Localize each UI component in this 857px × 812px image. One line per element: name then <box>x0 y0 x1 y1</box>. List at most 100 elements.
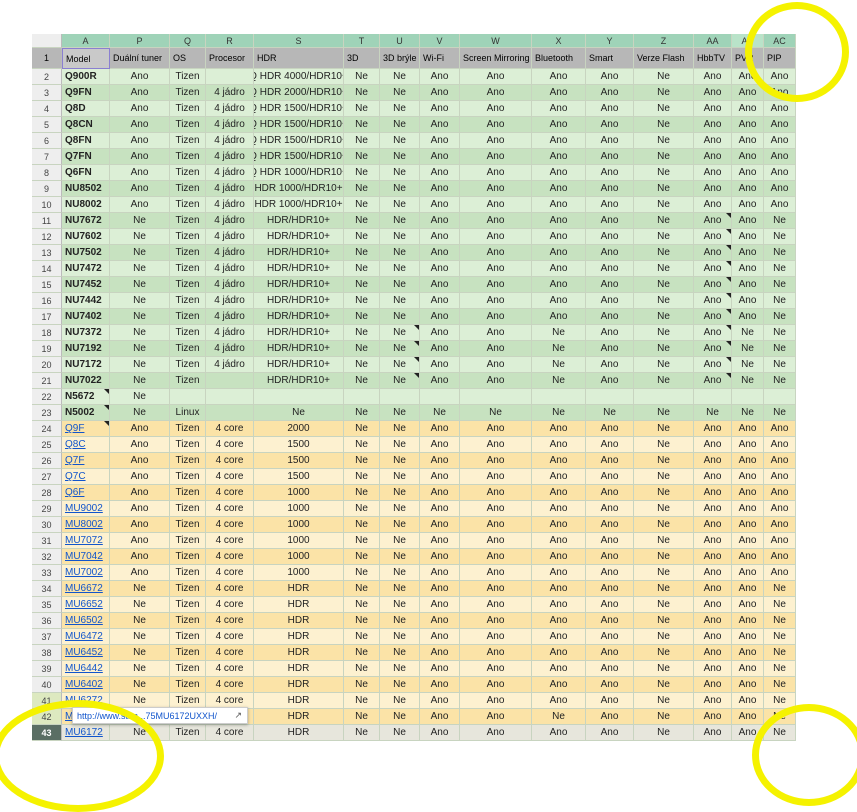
cell[interactable]: Tizen <box>170 373 206 389</box>
row-number[interactable]: 9 <box>32 181 62 197</box>
cell[interactable]: Tizen <box>170 533 206 549</box>
cell[interactable]: 4 core <box>206 421 254 437</box>
column-header[interactable]: X <box>532 34 586 48</box>
cell[interactable]: Ano <box>694 517 732 533</box>
cell[interactable]: Tizen <box>170 197 206 213</box>
model-cell[interactable]: MU6452 <box>62 645 110 661</box>
cell[interactable]: Ano <box>532 277 586 293</box>
cell[interactable]: Ano <box>764 453 796 469</box>
cell[interactable]: Ne <box>344 533 380 549</box>
cell[interactable]: Ne <box>110 677 170 693</box>
cell[interactable]: Ano <box>460 469 532 485</box>
header-cell[interactable]: Wi-Fi <box>420 48 460 69</box>
cell[interactable]: 4 core <box>206 469 254 485</box>
cell[interactable]: Ne <box>344 517 380 533</box>
cell[interactable]: Ano <box>764 85 796 101</box>
cell[interactable]: Ne <box>110 661 170 677</box>
model-cell[interactable]: Q7FN <box>62 149 110 165</box>
cell[interactable]: Ano <box>732 181 764 197</box>
cell[interactable]: Ano <box>420 149 460 165</box>
cell[interactable]: Ne <box>532 341 586 357</box>
cell[interactable]: Ano <box>110 149 170 165</box>
cell[interactable]: 1000 <box>254 517 344 533</box>
cell[interactable]: Tizen <box>170 597 206 613</box>
row-number[interactable]: 12 <box>32 229 62 245</box>
cell[interactable]: Ne <box>380 229 420 245</box>
row-number[interactable]: 24 <box>32 421 62 437</box>
cell[interactable]: Ano <box>420 309 460 325</box>
cell[interactable]: Ano <box>420 725 460 741</box>
cell[interactable]: Tizen <box>170 357 206 373</box>
cell[interactable]: Ano <box>532 309 586 325</box>
cell[interactable]: Ano <box>532 517 586 533</box>
cell[interactable]: Ano <box>586 373 634 389</box>
cell[interactable]: Ne <box>380 677 420 693</box>
cell[interactable]: Ano <box>420 597 460 613</box>
cell[interactable]: Ano <box>586 293 634 309</box>
model-cell[interactable]: NU7022 <box>62 373 110 389</box>
cell[interactable]: Ano <box>110 533 170 549</box>
cell[interactable]: Ano <box>694 661 732 677</box>
cell[interactable]: Ano <box>110 469 170 485</box>
cell[interactable]: Ano <box>110 437 170 453</box>
cell[interactable]: Ano <box>694 549 732 565</box>
cell[interactable]: Ano <box>460 213 532 229</box>
model-cell[interactable]: NU7502 <box>62 245 110 261</box>
model-cell[interactable]: MU6672 <box>62 581 110 597</box>
cell[interactable]: Ne <box>344 149 380 165</box>
cell[interactable]: Ne <box>344 725 380 741</box>
cell[interactable]: Ano <box>694 149 732 165</box>
cell[interactable]: Ne <box>110 389 170 405</box>
model-cell[interactable]: NU7372 <box>62 325 110 341</box>
cell[interactable]: Ano <box>460 581 532 597</box>
column-header[interactable]: R <box>206 34 254 48</box>
cell[interactable]: Ne <box>764 373 796 389</box>
cell[interactable]: Ano <box>532 661 586 677</box>
cell[interactable]: Ano <box>586 229 634 245</box>
cell[interactable]: Ano <box>694 181 732 197</box>
cell[interactable]: Ne <box>634 261 694 277</box>
cell[interactable]: Ne <box>380 133 420 149</box>
cell[interactable]: Ano <box>732 245 764 261</box>
cell[interactable]: Ano <box>110 117 170 133</box>
cell[interactable]: Ne <box>634 277 694 293</box>
cell[interactable]: Tizen <box>170 117 206 133</box>
cell[interactable]: 4 core <box>206 581 254 597</box>
cell[interactable]: Ne <box>764 693 796 709</box>
cell[interactable]: Ano <box>420 453 460 469</box>
header-cell[interactable]: Smart <box>586 48 634 69</box>
row-number[interactable]: 35 <box>32 597 62 613</box>
cell[interactable]: Ne <box>344 357 380 373</box>
cell[interactable]: Ne <box>380 261 420 277</box>
cell[interactable]: 4 jádro <box>206 213 254 229</box>
cell[interactable]: Ano <box>732 501 764 517</box>
cell[interactable]: 4 core <box>206 453 254 469</box>
cell[interactable]: Ano <box>586 213 634 229</box>
cell[interactable]: Ne <box>344 309 380 325</box>
row-number[interactable]: 40 <box>32 677 62 693</box>
cell[interactable]: 4 core <box>206 485 254 501</box>
cell[interactable]: Ano <box>460 597 532 613</box>
cell[interactable]: Ne <box>110 405 170 421</box>
cell[interactable]: Ano <box>586 501 634 517</box>
row-number[interactable]: 18 <box>32 325 62 341</box>
cell[interactable]: 4 jádro <box>206 117 254 133</box>
cell[interactable]: Ne <box>634 405 694 421</box>
cell[interactable]: Ano <box>586 661 634 677</box>
cell[interactable]: 4 core <box>206 629 254 645</box>
cell[interactable]: Ano <box>732 421 764 437</box>
cell[interactable]: 1000 <box>254 501 344 517</box>
cell[interactable]: Ano <box>732 293 764 309</box>
model-cell[interactable]: Q8C <box>62 437 110 453</box>
cell[interactable]: Ano <box>764 165 796 181</box>
cell[interactable]: Ne <box>380 69 420 85</box>
cell[interactable]: Tizen <box>170 229 206 245</box>
cell[interactable]: Ano <box>764 197 796 213</box>
cell[interactable]: Ne <box>344 453 380 469</box>
cell[interactable]: Ano <box>420 581 460 597</box>
cell[interactable]: HDR/HDR10+ <box>254 309 344 325</box>
cell[interactable]: Ano <box>460 341 532 357</box>
cell[interactable]: Ne <box>110 325 170 341</box>
cell[interactable]: Ne <box>110 213 170 229</box>
cell[interactable]: HDR/HDR10+ <box>254 373 344 389</box>
